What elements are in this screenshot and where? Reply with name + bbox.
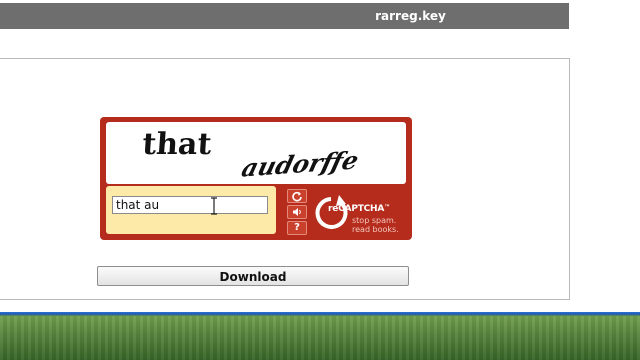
recaptcha-brand: reCAPTCHA™ (328, 204, 390, 214)
reload-button[interactable] (287, 189, 307, 203)
trademark: ™ (384, 204, 390, 211)
refresh-icon (292, 191, 302, 202)
recaptcha-tagline: stop spam. read books. (352, 216, 399, 234)
brand-name: reCAPTCHA (328, 204, 385, 214)
help-icon: ? (294, 222, 300, 233)
recaptcha-widget: that audorffe ? reCAPTCHA™ stop spam. re… (100, 117, 412, 240)
captcha-answer-input[interactable] (112, 196, 268, 214)
download-button[interactable]: Download (97, 266, 409, 286)
tagline-line-2: read books. (352, 225, 399, 234)
desktop-wallpaper (0, 312, 640, 360)
captcha-word-2: audorffe (239, 146, 362, 183)
panel-title: rarreg.key (375, 9, 446, 23)
captcha-challenge-image: that audorffe (106, 122, 406, 184)
audio-button[interactable] (287, 205, 307, 219)
text-cursor-icon (211, 197, 217, 215)
speaker-icon (293, 208, 301, 216)
captcha-word-1: that (141, 127, 212, 162)
help-button[interactable]: ? (287, 221, 307, 235)
panel-header: rarreg.key (0, 3, 569, 29)
tagline-line-1: stop spam. (352, 216, 397, 225)
captcha-distorted-text: that audorffe (141, 127, 362, 183)
